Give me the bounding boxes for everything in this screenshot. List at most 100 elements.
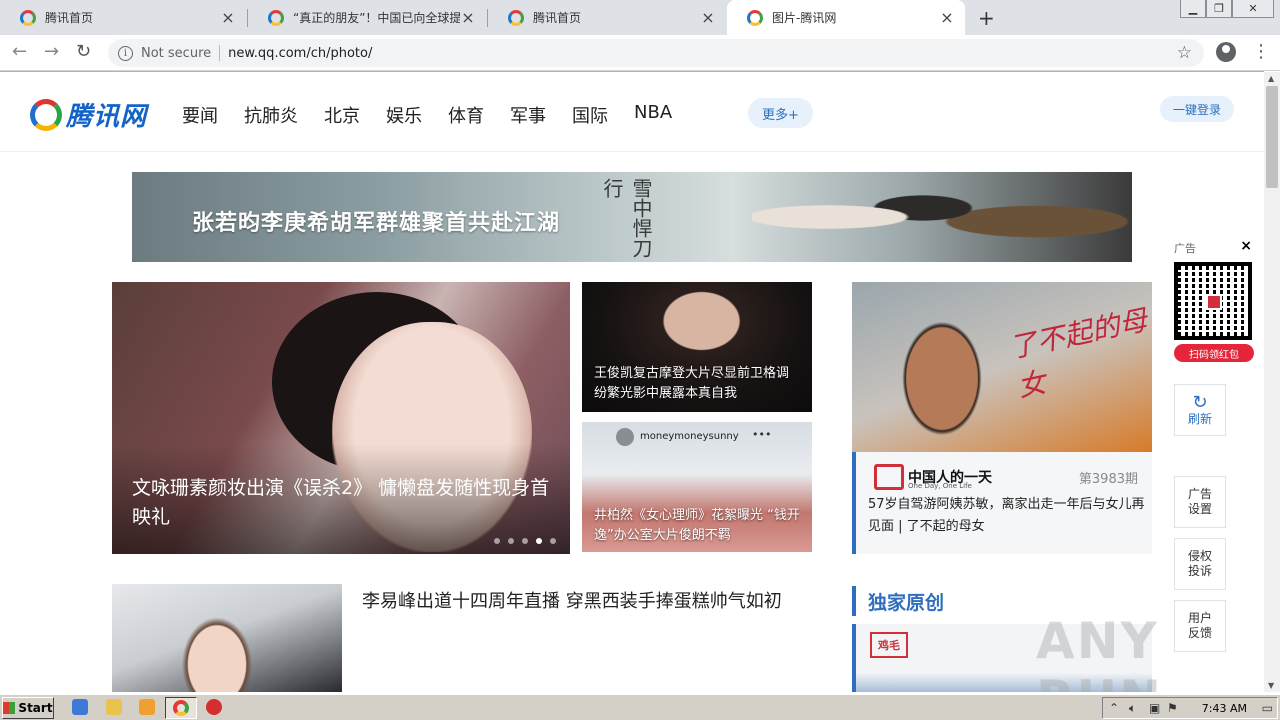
tab-qq-home-1[interactable]: 腾讯首页 × bbox=[0, 0, 246, 35]
social-handle: moneymoneysunny bbox=[640, 431, 739, 442]
more-dots-icon: ••• bbox=[752, 428, 772, 441]
nav-item-beijing[interactable]: 北京 bbox=[324, 102, 360, 128]
flag-icon[interactable]: ⚑ bbox=[1167, 701, 1178, 715]
issue-number: 第3983期 bbox=[1078, 472, 1138, 487]
floating-qr-ad: 广告 × 扫码领红包 bbox=[1168, 238, 1260, 364]
restore-icon[interactable]: ❐ bbox=[1206, 0, 1232, 18]
main-nav: 要闻 抗肺炎 北京 娱乐 体育 军事 国际 NBA bbox=[182, 102, 698, 128]
hero-carousel[interactable]: 文咏珊素颜妆出演《误杀2》 慵懒盘发随性现身首映礼 bbox=[112, 282, 570, 554]
reload-icon[interactable]: ↻ bbox=[76, 41, 91, 62]
carousel-dot[interactable] bbox=[550, 538, 556, 544]
new-tab-button[interactable]: + bbox=[978, 6, 995, 30]
scroll-thumb[interactable] bbox=[1266, 86, 1278, 188]
qq-favicon-icon bbox=[508, 9, 524, 26]
window-controls: ▁ ❐ ✕ bbox=[1180, 0, 1274, 18]
nav-item-yule[interactable]: 娱乐 bbox=[386, 102, 422, 128]
url-text[interactable]: new.qq.com/ch/photo/ bbox=[228, 46, 372, 61]
nav-item-kangfeiyan[interactable]: 抗肺炎 bbox=[244, 102, 298, 128]
close-icon[interactable]: × bbox=[700, 8, 716, 27]
login-button[interactable]: 一键登录 bbox=[1160, 96, 1234, 122]
report-label: 侵权投诉 bbox=[1187, 549, 1212, 578]
info-icon[interactable]: i bbox=[118, 45, 133, 61]
brand-logo-icon bbox=[874, 464, 904, 490]
close-icon[interactable]: × bbox=[460, 8, 476, 27]
close-icon[interactable]: × bbox=[939, 8, 955, 27]
tab-title: 腾讯首页 bbox=[533, 11, 582, 25]
tray-expand-icon[interactable]: ⌃ bbox=[1109, 701, 1119, 715]
carousel-dot[interactable] bbox=[494, 538, 500, 544]
nav-item-nba[interactable]: NBA bbox=[634, 102, 672, 128]
carousel-dot-active[interactable] bbox=[536, 538, 542, 544]
feature-story[interactable]: 中国人的一天 One Day, One Life 第3983期 57岁自驾游阿姨… bbox=[852, 452, 1152, 554]
start-label: Start bbox=[18, 701, 53, 715]
start-button[interactable]: Start bbox=[2, 697, 54, 719]
bookmark-star-icon[interactable]: ☆ bbox=[1177, 43, 1192, 63]
chrome-icon bbox=[173, 700, 189, 716]
promo-logo: 鸡毛 bbox=[870, 632, 908, 658]
network-icon[interactable]: ▣ bbox=[1149, 701, 1160, 715]
story-text[interactable]: 57岁自驾游阿姨苏敏，离家出走一年后与女儿再见面 | 了不起的母女 bbox=[868, 494, 1148, 538]
scroll-up-icon[interactable]: ▲ bbox=[1268, 74, 1274, 83]
ie-icon[interactable] bbox=[72, 699, 88, 715]
divider bbox=[219, 45, 221, 61]
refresh-icon: ↻ bbox=[1192, 391, 1208, 413]
list-thumbnail[interactable] bbox=[112, 584, 342, 692]
refresh-button[interactable]: ↻ 刷新 bbox=[1174, 384, 1226, 436]
card-caption: 井柏然《女心理师》花絮曝光 “钱开逸”办公室大片俊朗不羁 bbox=[594, 508, 800, 543]
window-close-icon[interactable]: ✕ bbox=[1232, 0, 1274, 18]
ad-label: 广告 bbox=[1174, 242, 1196, 255]
back-arrow-icon[interactable]: ← bbox=[12, 41, 27, 62]
nav-item-tiyu[interactable]: 体育 bbox=[448, 102, 484, 128]
volume-icon[interactable]: 🔈︎ bbox=[1129, 701, 1136, 716]
report-button[interactable]: 侵权投诉 bbox=[1174, 538, 1226, 590]
qq-favicon-icon bbox=[268, 9, 284, 26]
banner-ad[interactable]: 雪中悍刀行 张若昀李庚希胡军群雄聚首共赴江湖 bbox=[132, 172, 1132, 262]
close-icon[interactable]: × bbox=[220, 8, 236, 27]
clock: 7:43 AM bbox=[1201, 701, 1247, 715]
menu-kebab-icon[interactable]: ⋮ bbox=[1252, 41, 1270, 62]
carousel-dot[interactable] bbox=[508, 538, 514, 544]
close-icon[interactable]: × bbox=[1240, 238, 1252, 254]
tab-qq-home-2[interactable]: 腾讯首页 × bbox=[488, 0, 726, 35]
taskbar: Start ⌃ 🔈︎ ▣ ⚑ 7:43 AM ▭ bbox=[0, 694, 1280, 720]
address-bar[interactable]: i Not secure new.qq.com/ch/photo/ ☆ bbox=[108, 39, 1204, 67]
profile-avatar-icon[interactable] bbox=[1216, 42, 1236, 62]
red-packet-button[interactable]: 扫码领红包 bbox=[1174, 344, 1254, 362]
tab-news[interactable]: “真正的朋友”！中国已向全球提供… × bbox=[248, 0, 486, 35]
minimize-icon[interactable]: ▁ bbox=[1180, 0, 1206, 18]
banner-headline: 张若昀李庚希胡军群雄聚首共赴江湖 bbox=[192, 210, 561, 236]
logo-text: 腾讯网 bbox=[66, 102, 148, 132]
windows-flag-icon bbox=[3, 702, 16, 714]
section-title: 独家原创 bbox=[868, 592, 945, 614]
carousel-dot[interactable] bbox=[522, 538, 528, 544]
nav-item-yaowen[interactable]: 要闻 bbox=[182, 102, 218, 128]
banner-calligraphy: 雪中悍刀行 bbox=[600, 178, 653, 258]
story-script-title: 了不起的母女 bbox=[1006, 303, 1151, 404]
site-logo[interactable]: 腾讯网 bbox=[30, 96, 147, 133]
scroll-down-icon[interactable]: ▼ bbox=[1268, 681, 1274, 690]
stop-icon[interactable] bbox=[206, 699, 222, 715]
tab-title: 腾讯首页 bbox=[45, 11, 94, 25]
qq-favicon-icon bbox=[747, 9, 763, 26]
photo-card-jingboran[interactable]: moneymoneysunny ••• 井柏然《女心理师》花絮曝光 “钱开逸”办… bbox=[582, 422, 812, 552]
tab-photo[interactable]: 图片-腾讯网 × bbox=[727, 0, 965, 35]
refresh-label: 刷新 bbox=[1187, 411, 1212, 426]
chrome-taskbar-button[interactable] bbox=[165, 697, 197, 719]
nav-item-junshi[interactable]: 军事 bbox=[510, 102, 546, 128]
media-player-icon[interactable] bbox=[139, 699, 155, 715]
photo-card-wangjunkai[interactable]: 王俊凯复古摩登大片尽显前卫格调 纷繁光影中展露本真自我 bbox=[582, 282, 812, 412]
show-desktop-icon[interactable]: ▭ bbox=[1262, 701, 1273, 715]
hero-caption[interactable]: 文咏珊素颜妆出演《误杀2》 慵懒盘发随性现身首映礼 bbox=[132, 474, 562, 532]
ad-settings-button[interactable]: 广告设置 bbox=[1174, 476, 1226, 528]
thumbnail-face bbox=[172, 604, 262, 692]
folder-icon[interactable] bbox=[106, 699, 122, 715]
list-item-title[interactable]: 李易峰出道十四周年直播 穿黑西装手捧蛋糕帅气如初 bbox=[362, 586, 812, 617]
nav-item-guoji[interactable]: 国际 bbox=[572, 102, 608, 128]
page-scrollbar[interactable]: ▲ ▼ bbox=[1264, 72, 1280, 692]
more-button[interactable]: 更多+ bbox=[748, 98, 813, 128]
column-brand: 中国人的一天 One Day, One Life bbox=[874, 464, 992, 490]
portrait-photo bbox=[892, 307, 992, 437]
feature-story-image[interactable]: 了不起的母女 bbox=[852, 282, 1152, 452]
forward-arrow-icon[interactable]: → bbox=[44, 41, 59, 62]
list-item[interactable]: 李易峰出道十四周年直播 穿黑西装手捧蛋糕帅气如初 bbox=[112, 584, 812, 692]
